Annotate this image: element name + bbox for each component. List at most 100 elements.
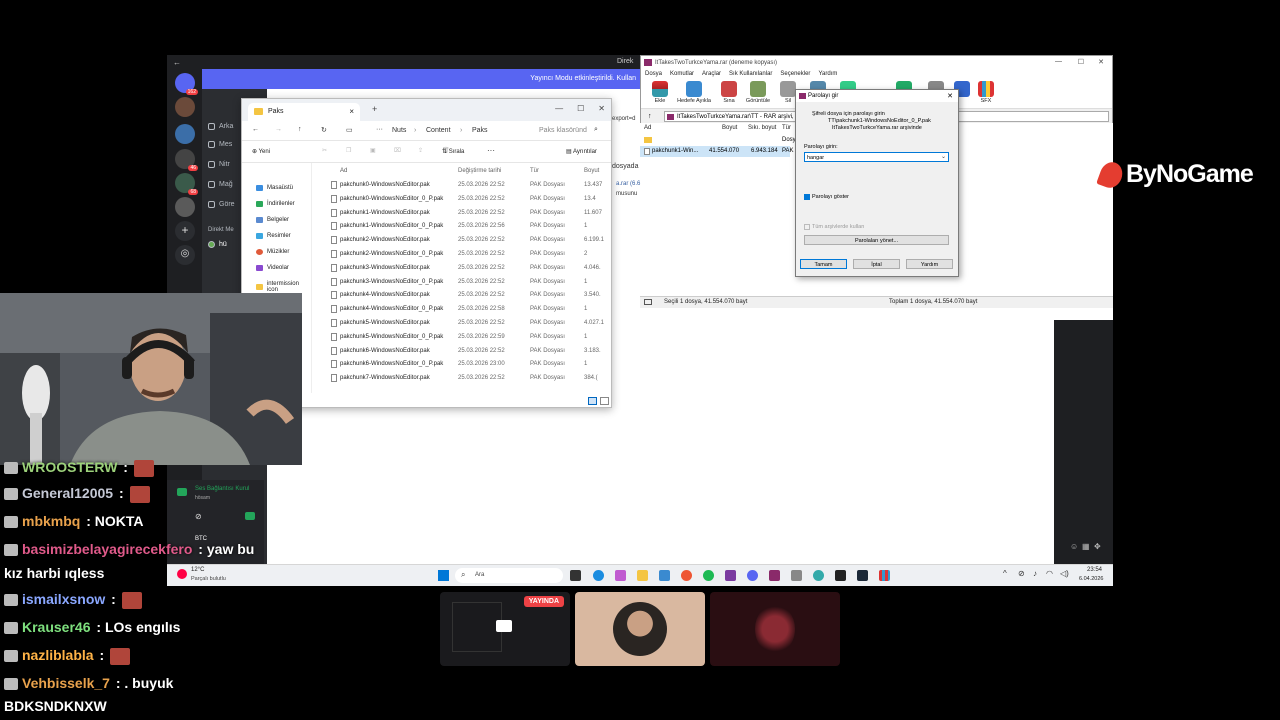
chrome-icon[interactable] [681,570,692,581]
preview-thumb-avatar[interactable] [575,592,705,666]
rename-icon[interactable]: ⌧ [394,147,401,154]
server-icon[interactable]: 68 [175,173,198,195]
close-icon[interactable]: ✕ [598,104,605,113]
app-icon[interactable] [813,570,824,581]
chat-username[interactable]: ismailxsnow [22,591,105,607]
column-header-type[interactable]: Tür [782,125,791,131]
password-input[interactable]: hangar ⌄ [804,152,949,162]
winrar-taskbar-icon[interactable] [769,570,780,581]
explore-icon[interactable]: ◎ [175,245,195,265]
sidebar-item[interactable]: Mağ [208,181,233,188]
cut-icon[interactable]: ✂ [322,147,327,154]
manage-passwords-button[interactable]: Parolaları yönet... [804,235,949,245]
tiles-view-icon[interactable] [600,397,609,405]
menu-item[interactable]: Dosya [645,71,662,79]
chat-username[interactable]: Krauser46 [22,619,91,635]
table-row[interactable]: pakchunk6-WindowsNoEditor_0_P.pak 25.03.2… [320,358,610,371]
dm-item[interactable]: hü [208,241,227,248]
spotify-icon[interactable] [703,570,714,581]
column-header-date[interactable]: Değiştirme tarihi [458,168,501,174]
all-archives-checkbox[interactable]: Tüm arşivlerde kullan [804,224,864,230]
chat-username[interactable]: nazliblabla [22,647,94,663]
chat-username[interactable]: mbkmbq [22,513,80,529]
table-row[interactable]: pakchunk0-WindowsNoEditor.pak 25.03.2026 … [320,179,610,192]
forward-icon[interactable]: → [275,126,282,133]
obs-icon[interactable] [835,570,846,581]
extract-button[interactable]: Hedefe Ayıkla [675,81,713,104]
sfx-button[interactable]: SFX [971,81,1001,104]
winrar-taskbar-icon[interactable] [879,570,890,581]
help-button[interactable]: Yardım [906,259,953,269]
menu-item[interactable]: Yardım [818,71,837,79]
tab-paks[interactable]: Paks × [248,103,360,121]
app-icon[interactable] [725,570,736,581]
table-row[interactable]: pakchunk4-WindowsNoEditor_0_P.pak 25.03.2… [320,303,610,316]
up-icon[interactable]: ↑ [298,126,302,133]
refresh-icon[interactable]: ↻ [321,126,327,134]
column-header-size[interactable]: Boyut [722,125,737,131]
table-row[interactable]: pakchunk6-WindowsNoEditor.pak 25.03.2026 … [320,345,610,358]
up-icon[interactable]: ↑ [648,113,652,120]
tree-item-videos[interactable]: Videolar [256,265,289,271]
table-row[interactable]: pakchunk0-WindowsNoEditor_0_P.pak 25.03.2… [320,193,610,206]
menu-item[interactable]: Komutlar [670,71,694,79]
discord-home-icon[interactable]: 162 [175,73,198,95]
edge-icon[interactable] [593,570,604,581]
start-icon[interactable] [438,570,449,581]
server-icon[interactable] [175,197,195,217]
more-icon[interactable]: ··· [487,146,495,155]
chat-username[interactable]: Vehbisselk_7 [22,675,110,691]
table-row[interactable]: pakchunk1-WindowsNoEditor_0_P.pak 25.03.2… [320,220,610,233]
tree-item-pictures[interactable]: Resimler [256,233,291,239]
sidebar-item[interactable]: Nitr [208,161,230,168]
app-icon[interactable] [791,570,802,581]
volume-icon[interactable]: ◁) [1060,569,1069,578]
sidebar-item[interactable]: Göre [208,201,235,208]
apps-icon[interactable]: ✥ [1094,542,1101,551]
add-button[interactable]: Ekle [645,81,675,104]
tree-item-documents[interactable]: Belgeler [256,217,289,223]
column-header-packed[interactable]: Sıkı. boyut [748,125,776,131]
tree-item-downloads[interactable]: İndirilenler [256,201,295,207]
more-path-icon[interactable]: ··· [376,126,383,133]
show-password-checkbox[interactable]: Parolayı göster [804,194,849,200]
details-button[interactable]: ▤ Ayrıntılar [566,148,597,155]
tree-item-music[interactable]: Müzikler [256,249,289,255]
menu-item[interactable]: Sık Kullanılanlar [729,71,772,79]
cancel-button[interactable]: İptal [853,259,900,269]
chat-username[interactable]: General12005 [22,485,113,501]
preview-thumb-screen[interactable]: YAYINDA [440,592,570,666]
minimize-icon[interactable]: — [555,104,563,113]
ok-button[interactable]: Tamam [800,259,847,269]
table-row[interactable]: pakchunk2-WindowsNoEditor_0_P.pak 25.03.2… [320,248,610,261]
table-row[interactable]: pakchunk2-WindowsNoEditor.pak 25.03.2026 … [320,234,610,247]
table-row[interactable]: pakchunk3-WindowsNoEditor_0_P.pak 25.03.2… [320,276,610,289]
chat-username[interactable]: basimizbelayagirecekfero [22,541,192,557]
network-off-icon[interactable]: ⊘ [1018,569,1025,578]
maximize-icon[interactable]: ☐ [1078,58,1084,66]
file-explorer-icon[interactable] [637,570,648,581]
steam-icon[interactable] [857,570,868,581]
back-arrow-icon[interactable]: ← [173,58,181,67]
grid-icon[interactable]: ▦ [1082,542,1090,551]
sidebar-item[interactable]: Arka [208,123,233,130]
column-header-type[interactable]: Tür [530,168,539,174]
column-header-name[interactable]: Ad [340,168,347,174]
test-button[interactable]: Sına [714,81,744,104]
chat-username[interactable]: WROOSTERW [22,459,117,475]
copy-icon[interactable]: ❐ [346,147,351,154]
task-view-icon[interactable] [570,570,581,581]
table-row[interactable]: pakchunk1-WindowsNoEditor.pak 25.03.2026 … [320,207,610,220]
preview-thumb-user[interactable] [710,592,840,666]
table-row[interactable]: pakchunk5-WindowsNoEditor_0_P.pak 25.03.2… [320,331,610,344]
close-icon[interactable]: ✕ [1098,58,1104,66]
menu-item[interactable]: Seçenekler [780,71,810,79]
minimize-icon[interactable]: — [1055,58,1062,65]
clock-time[interactable]: 23:54 [1087,567,1102,573]
copilot-icon[interactable] [615,570,626,581]
table-row[interactable]: pakchunk3-WindowsNoEditor.pak 25.03.2026 … [320,262,610,275]
close-tab-icon[interactable]: × [349,107,354,116]
tray-chevron-icon[interactable]: ^ [1003,569,1007,578]
add-server-icon[interactable]: + [175,221,195,241]
breadcrumb-item[interactable]: Nuts [392,127,406,134]
